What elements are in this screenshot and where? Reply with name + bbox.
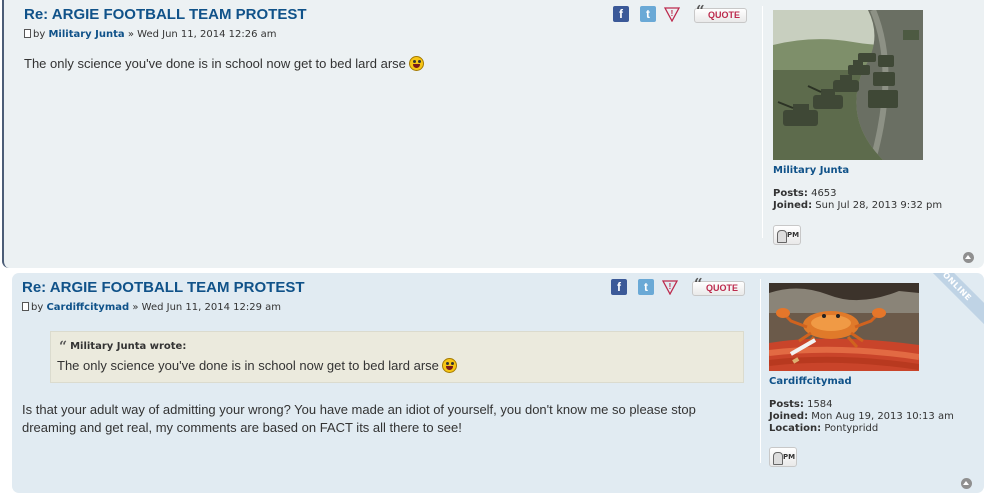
quote-cite: “Military Junta wrote: [59, 339, 186, 355]
joined-date: Sun Jul 28, 2013 9:32 pm [815, 200, 943, 211]
post-text: The only science you've done is in schoo… [24, 56, 406, 71]
by-label: by [31, 302, 44, 313]
author-link[interactable]: Military Junta [48, 29, 124, 40]
post-profile: Military Junta Posts: 4653 Joined: Sun J… [773, 10, 942, 245]
post-author-line: by Military Junta » Wed Jun 11, 2014 12:… [24, 29, 277, 40]
post-date: Wed Jun 11, 2014 12:26 am [137, 29, 277, 40]
pm-button[interactable]: PM [773, 225, 801, 245]
profile-posts: Posts: 4653 [773, 188, 942, 200]
post-profile: Cardiffcitymad Posts: 1584 Joined: Mon A… [769, 283, 954, 467]
by-label: by [33, 29, 46, 40]
posts-label: Posts: [773, 188, 808, 199]
location-label: Location: [769, 423, 822, 434]
twitter-share-icon[interactable]: t [640, 6, 656, 22]
svg-text:!: ! [671, 9, 674, 18]
quoted-text: The only science you've done is in schoo… [57, 358, 439, 373]
facebook-share-icon[interactable]: f [611, 279, 627, 295]
quote-block: “Military Junta wrote: The only science … [50, 331, 744, 383]
quote-text: The only science you've done is in schoo… [57, 358, 457, 373]
posts-count: 4653 [811, 188, 837, 199]
quote-button-label: QUOTE [707, 10, 740, 20]
author-link[interactable]: Cardiffcitymad [46, 302, 129, 313]
profile-joined: Joined: Mon Aug 19, 2013 10:13 am [769, 411, 954, 423]
post-icon [22, 302, 29, 311]
report-post-icon[interactable]: ! [662, 279, 678, 295]
location-value: Pontypridd [824, 423, 879, 434]
post-1: Re: ARGIE FOOTBALL TEAM PROTEST by Milit… [2, 0, 984, 268]
profile-joined: Joined: Sun Jul 28, 2013 9:32 pm [773, 200, 942, 212]
profile-divider [760, 279, 761, 463]
post-2: ONLINE Re: ARGIE FOOTBALL TEAM PROTEST b… [12, 273, 984, 493]
facebook-share-icon[interactable]: f [613, 6, 629, 22]
profile-username[interactable]: Military Junta [773, 165, 942, 176]
laughing-smiley-icon [441, 358, 457, 373]
profile-divider [762, 6, 763, 238]
post-date: Wed Jun 11, 2014 12:29 am [141, 302, 282, 313]
quote-button[interactable]: “QUOTE [692, 275, 745, 296]
quote-mark-icon: “ [696, 2, 705, 20]
profile-username[interactable]: Cardiffcitymad [769, 376, 954, 387]
date-separator: » [127, 29, 134, 40]
post-title[interactable]: Re: ARGIE FOOTBALL TEAM PROTEST [24, 6, 307, 23]
quote-mark-icon: “ [59, 339, 68, 355]
quote-button[interactable]: “QUOTE [694, 2, 747, 23]
quote-cite-text: Military Junta wrote: [70, 341, 187, 352]
post-author-line: by Cardiffcitymad » Wed Jun 11, 2014 12:… [22, 302, 281, 313]
post-icon [24, 29, 31, 38]
quote-mark-icon: “ [694, 275, 703, 293]
twitter-share-icon[interactable]: t [638, 279, 654, 295]
report-post-icon[interactable]: ! [664, 6, 680, 22]
pm-button[interactable]: PM [769, 447, 797, 467]
profile-posts: Posts: 1584 [769, 399, 954, 411]
joined-date: Mon Aug 19, 2013 10:13 am [811, 411, 954, 422]
joined-label: Joined: [773, 200, 813, 211]
post-title[interactable]: Re: ARGIE FOOTBALL TEAM PROTEST [22, 279, 305, 296]
date-separator: » [132, 302, 139, 313]
posts-label: Posts: [769, 399, 804, 410]
svg-text:!: ! [669, 282, 672, 291]
quote-button-label: QUOTE [705, 283, 738, 293]
joined-label: Joined: [769, 411, 809, 422]
back-to-top-icon[interactable] [963, 252, 974, 263]
posts-count: 1584 [807, 399, 833, 410]
back-to-top-icon[interactable] [961, 478, 972, 489]
avatar[interactable] [773, 10, 923, 160]
post-content: The only science you've done is in schoo… [24, 55, 424, 73]
laughing-smiley-icon [408, 56, 424, 71]
avatar[interactable] [769, 283, 919, 371]
post-content: Is that your adult way of admitting your… [22, 402, 696, 435]
profile-location: Location: Pontypridd [769, 423, 954, 435]
